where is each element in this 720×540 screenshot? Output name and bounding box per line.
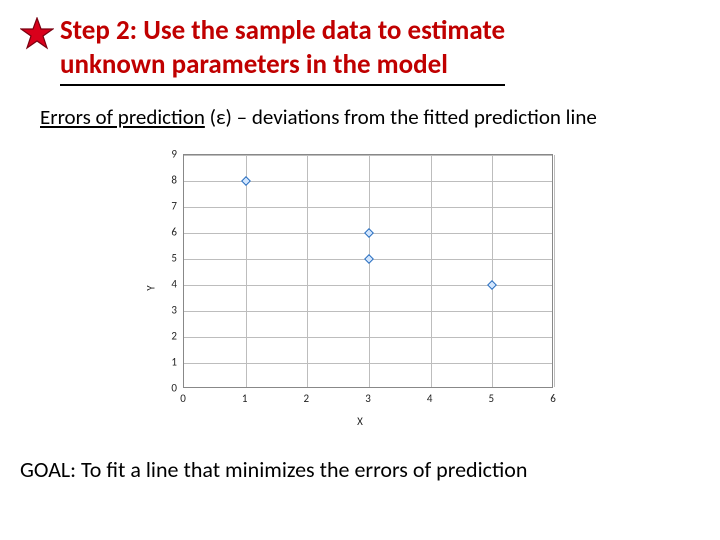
subhead-underlined: Errors of prediction — [40, 104, 205, 130]
y-tick-label: 2 — [145, 329, 177, 342]
gridline-v — [554, 155, 555, 387]
data-point — [487, 280, 497, 290]
x-tick-label: 0 — [180, 392, 186, 405]
x-axis-label: X — [357, 415, 363, 428]
slide-title: Step 2: Use the sample data to estimate … — [60, 14, 505, 86]
x-tick-label: 3 — [365, 392, 371, 405]
goal-text: GOAL: To fit a line that minimizes the e… — [20, 456, 720, 483]
y-tick-label: 4 — [145, 277, 177, 290]
y-tick-label: 9 — [145, 147, 177, 160]
gridline-h — [184, 311, 552, 312]
x-tick-label: 6 — [550, 392, 556, 405]
data-point — [364, 254, 374, 264]
gridline-h — [184, 337, 552, 338]
data-point — [241, 176, 251, 186]
data-point — [364, 228, 374, 238]
star-icon — [20, 17, 54, 51]
gridline-v — [431, 155, 432, 387]
gridline-h — [184, 181, 552, 182]
y-tick-label: 6 — [145, 225, 177, 238]
x-tick-label: 2 — [304, 392, 310, 405]
gridline-h — [184, 155, 552, 156]
gridline-v — [492, 155, 493, 387]
y-tick-label: 0 — [145, 381, 177, 394]
gridline-v — [246, 155, 247, 387]
gridline-h — [184, 207, 552, 208]
gridline-h — [184, 363, 552, 364]
x-tick-label: 4 — [427, 392, 433, 405]
subhead-rest: (ε) – deviations from the fitted predict… — [205, 104, 597, 130]
scatter-chart: Y X 01234567890123456 — [145, 148, 575, 428]
plot-area — [183, 154, 553, 388]
y-tick-label: 5 — [145, 251, 177, 264]
y-tick-label: 8 — [145, 173, 177, 186]
x-tick-label: 1 — [242, 392, 248, 405]
title-line-1: Step 2: Use the sample data to estimate — [60, 14, 505, 47]
subheading: Errors of prediction (ε) – deviations fr… — [40, 104, 720, 130]
y-tick-label: 7 — [145, 199, 177, 212]
y-tick-label: 3 — [145, 303, 177, 316]
title-line-2: unknown parameters in the model — [60, 48, 448, 81]
x-tick-label: 5 — [489, 392, 495, 405]
gridline-v — [369, 155, 370, 387]
gridline-v — [307, 155, 308, 387]
y-tick-label: 1 — [145, 355, 177, 368]
